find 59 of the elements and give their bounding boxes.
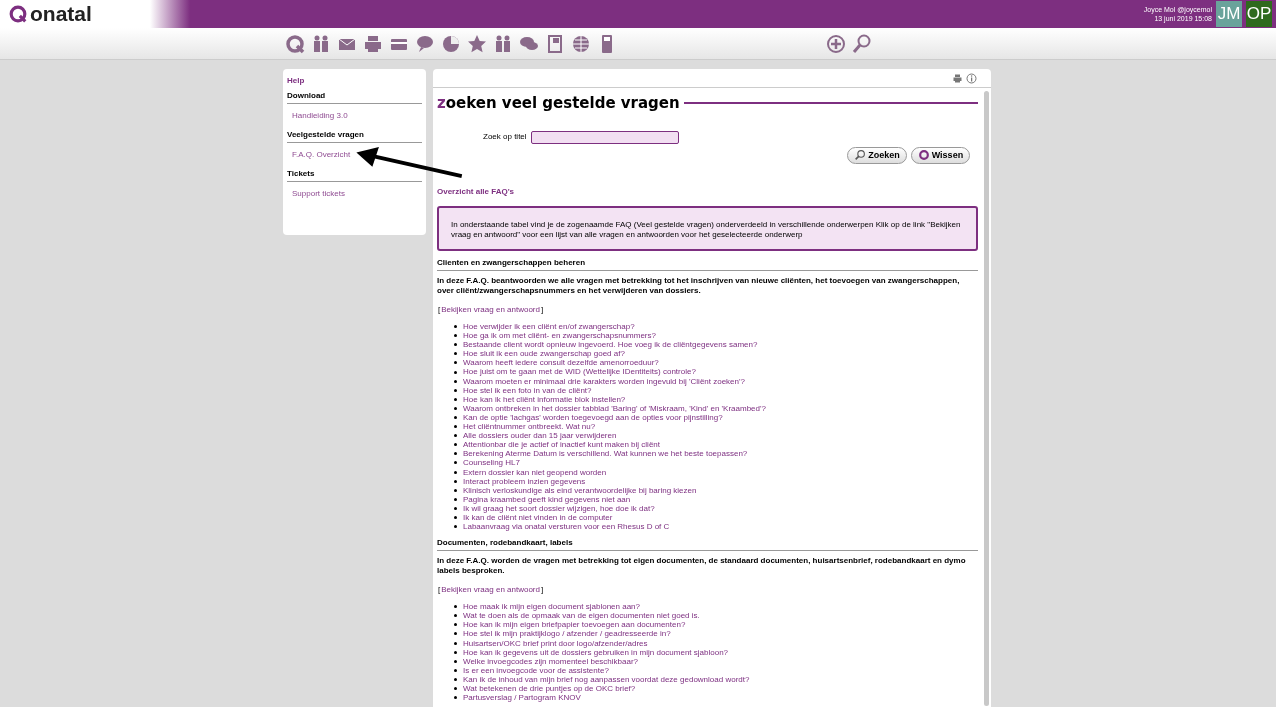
question-link[interactable]: Hoe juist om te gaan met de WID (Wettelijke IDentiteits) controle? xyxy=(463,367,696,377)
question-link[interactable]: Bestaande client wordt opnieuw ingevoerd. Hoe voeg ik de cliëntgegevens samen? xyxy=(463,340,758,350)
info-box: In onderstaande tabel vind je de zogenaamde FAQ (Veel gestelde vragen) onderverdeeld in verschillende onderwerpen Klik op de link "Bekijken vraag en antwoord" voor een lijst van alle vragen en antwoorden voor het geselecteerde onderwerp xyxy=(437,206,979,251)
sidebar-title: Help xyxy=(287,75,306,87)
sidebar-link[interactable]: Support tickets xyxy=(287,182,422,204)
answer-link[interactable]: Bekijken vraag en antwoord xyxy=(441,585,540,595)
question-link[interactable]: Waarom ontbreken in het dossier tabblad 'Baring' of 'Miskraam, 'Kind' en 'Kraambed'? xyxy=(463,403,766,413)
topic-description: In deze F.A.Q. worden de vragen met betrekking tot eigen documenten, de standaard documenten, huisartsenbrief, rodebandkaart en dymo labels besproken. xyxy=(437,556,967,577)
logo-text: onatal xyxy=(30,1,92,27)
question-link[interactable]: Waarom moeten er minimaal drie karakters worden ingevuld bij 'Cliënt zoeken'? xyxy=(463,376,745,386)
question-link[interactable]: Het cliëntnummer ontbreekt. Wat nu? xyxy=(463,422,596,432)
question-link[interactable]: Hoe verwijder ik een cliënt en/of zwangerschap? xyxy=(463,322,635,332)
question-link[interactable]: Alle dossiers ouder dan 15 jaar verwijderen xyxy=(463,431,617,441)
question-link[interactable]: Welke invoegcodes zijn momenteel beschikbaar? xyxy=(463,656,639,666)
topic-heading: Clienten en zwangerschappen beheren xyxy=(437,257,979,271)
question-link[interactable]: Hoe sluit ik een oude zwangerschap goed af? xyxy=(463,349,625,359)
question-link[interactable]: Counseling HL7 xyxy=(463,458,520,468)
section-title: Overzicht alle FAQ's xyxy=(437,186,516,198)
sidebar-link[interactable]: F.A.Q. Overzicht xyxy=(287,143,422,165)
question-link[interactable]: Ik wil graag het soort dossier wijzigen, hoe doe ik dat? xyxy=(463,503,655,513)
question-link[interactable]: Hoe kan ik het cliënt informatie blok instellen? xyxy=(463,394,626,404)
clear-button[interactable]: Wissen xyxy=(910,146,971,164)
user-avatar[interactable]: OP xyxy=(1246,1,1272,27)
topic-heading: Documenten, rodebandkaart, labels xyxy=(437,537,979,552)
section-heading: Veelgestelde vragen xyxy=(287,129,422,143)
question-link[interactable]: Attentionbar die je actief of inactief kunt maken bij cliënt xyxy=(463,440,660,450)
bracket: ] xyxy=(540,305,544,314)
question-link[interactable]: Huisartsen/OKC brief print door logo/afzender/adres xyxy=(463,638,648,648)
question-link[interactable]: Extern dossier kan niet geopend worden xyxy=(463,467,607,477)
question-link[interactable]: Wat betekenen de drie puntjes op de OKC brief? xyxy=(463,684,636,694)
question-link[interactable]: Labaanvraag via onatal versturen voor een Rhesus D of C xyxy=(463,522,670,532)
question-link[interactable]: Waarom heeft iedere consult dezelfde amenorroeduur? xyxy=(463,358,659,368)
question-link[interactable]: Hoe kan ik mijn eigen briefpapier toevoegen aan documenten? xyxy=(463,620,686,630)
question-link[interactable]: Kan de optie 'lachgas' worden toegevoegd aan de opties voor pijnstilling? xyxy=(463,412,723,423)
sidebar-link[interactable]: Handleiding 3.0 xyxy=(287,104,422,126)
search-button[interactable]: Zoeken xyxy=(847,146,907,164)
question-link[interactable]: Is er een invoegcode voor de assistente? xyxy=(463,665,609,675)
search-label: Zoek op titel xyxy=(483,131,527,143)
section-heading: Download xyxy=(287,90,422,104)
question-link[interactable]: Pagina kraambed geeft kind gegevens niet aan xyxy=(463,494,631,504)
question-link[interactable]: Hoe kan ik gegevens uit de dossiers gebruiken in mijn document sjabloon? xyxy=(463,647,729,657)
question-link[interactable]: Partusverslag / Partogram KNOV xyxy=(463,693,581,703)
answer-link[interactable]: Bekijken vraag en antwoord xyxy=(441,305,540,314)
question-link[interactable]: Berekening Aterme Datum is verschillend. Wat kunnen we het beste toepassen? xyxy=(463,449,748,459)
question-link[interactable]: Klinisch verloskundige als eind verantwoordelijke bij baring kiezen xyxy=(463,485,697,495)
question-link[interactable]: Ik kan de cliënt niet vinden in de computer xyxy=(463,512,613,523)
bracket: [ xyxy=(438,585,441,595)
question-link[interactable]: Interact probleem inzien gegevens xyxy=(463,476,586,486)
question-link[interactable]: Hoe stel ik een foto in van de cliënt? xyxy=(463,385,592,395)
topic-description: In deze F.A.Q. beantwoorden we alle vragen met betrekking tot het inschrijven van nieuwe cliënten, het toevoegen van zwangerschappen, over cliënt/zwangerschapsnummers en het verwijderen van dossiers. xyxy=(437,276,961,296)
question-link[interactable]: Hoe ga ik om met cliënt- en zwangerschapsnummers? xyxy=(463,331,656,341)
question-link[interactable]: Wat te doen als de opmaak van de eigen documenten niet goed is. xyxy=(463,611,700,621)
question-link[interactable]: Hoe maak ik mijn eigen document sjablonen aan? xyxy=(463,602,640,612)
page-title: zoeken veel gestelde vragen xyxy=(437,93,680,114)
question-link[interactable]: Hoe stel ik mijn praktijklogo / afzender / geadresseerde in? xyxy=(463,629,671,639)
bracket: ] xyxy=(540,585,544,595)
bracket: [ xyxy=(438,305,441,314)
section-heading: Tickets xyxy=(287,168,422,182)
question-link[interactable]: Kan ik de inhoud van mijn brief nog aanpassen voordat deze gedownload wordt? xyxy=(463,674,750,684)
